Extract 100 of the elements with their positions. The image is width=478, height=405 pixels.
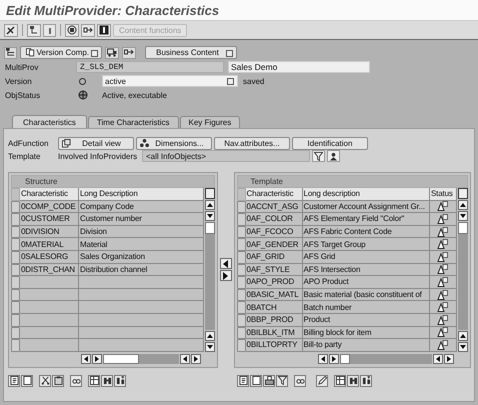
document-icon[interactable] <box>237 374 249 387</box>
column-header[interactable]: Characteristic <box>246 188 303 201</box>
filter-icon[interactable] <box>312 150 325 162</box>
document-icon[interactable] <box>21 374 33 387</box>
right-arrow-icon <box>223 272 228 280</box>
filter-icon[interactable] <box>276 374 288 387</box>
tab[interactable]: Key Figures <box>180 116 240 128</box>
table-cell: Sales Organization <box>79 250 204 264</box>
table-cell: 0APO_PROD <box>246 276 303 289</box>
infoobject-filter-field[interactable]: <all InfoObjects> <box>142 150 310 162</box>
scrollbar[interactable] <box>340 354 432 364</box>
print-icon[interactable] <box>263 374 275 387</box>
documents-icon <box>62 138 71 148</box>
table-cell: Customer number <box>79 213 204 226</box>
table-cell: AFS Grid <box>302 250 430 264</box>
column-header[interactable]: Long Description <box>79 188 204 201</box>
status-circle-icon <box>79 78 86 84</box>
column-header[interactable]: Long description <box>302 188 430 201</box>
scroll-down-icon[interactable] <box>458 342 468 352</box>
documents-icon <box>26 48 35 57</box>
scroll-up-icon[interactable] <box>204 200 215 210</box>
table-cell: AFS Fabric Content Code <box>302 226 430 238</box>
status-icon <box>437 276 448 287</box>
table-cell <box>20 301 79 314</box>
business-content-button[interactable]: Business Content <box>145 46 237 59</box>
field-label: ObjStatus <box>4 90 42 100</box>
scroll-down-icon[interactable] <box>204 211 215 221</box>
table-cell: 0SALESORG <box>20 250 79 264</box>
scroll-down-icon[interactable] <box>458 211 468 221</box>
hierarchy-icon[interactable] <box>4 46 17 58</box>
scrollbar[interactable] <box>204 222 215 330</box>
scroll-down-icon[interactable] <box>204 342 215 352</box>
table-cell: 0AF_GENDER <box>246 238 303 251</box>
glasses-icon[interactable] <box>70 374 82 387</box>
table-cell: APO Product <box>302 276 430 289</box>
scroll-up-icon[interactable] <box>204 330 215 341</box>
person-icon[interactable] <box>327 150 340 162</box>
table-cell: 0BBP_PROD <box>246 314 303 327</box>
version-dropdown[interactable]: active <box>102 75 238 87</box>
truck-icon[interactable] <box>105 46 119 58</box>
object-status: Active, executable <box>101 90 167 100</box>
function-button[interactable]: Detail view <box>58 136 134 150</box>
field-label: Version <box>4 76 33 86</box>
scroll-right-icon[interactable] <box>328 354 339 364</box>
scroll-left-icon[interactable] <box>432 354 443 364</box>
template-source: Involved InfoProviders <box>58 152 138 160</box>
scroll-right-icon[interactable] <box>190 354 201 364</box>
tab[interactable]: Characteristics <box>12 115 87 128</box>
scroll-right-icon[interactable] <box>92 354 102 364</box>
glasses-icon[interactable] <box>294 374 306 387</box>
scroll-up-icon[interactable] <box>458 330 468 341</box>
document-icon[interactable] <box>8 374 20 387</box>
table-cell: AFS Intersection <box>302 264 430 276</box>
pencil-icon[interactable] <box>316 374 328 387</box>
table-cell: Basic material (basic constituent of <box>302 288 430 302</box>
table-cell <box>20 288 79 302</box>
table-cell: 0AF_COLOR <box>246 213 303 226</box>
move-right-button[interactable] <box>220 270 232 281</box>
dropdown-icon <box>226 50 233 57</box>
column-settings-icon[interactable] <box>458 188 468 199</box>
scroll-up-icon[interactable] <box>458 200 468 210</box>
table-cell: Customer Account Assignment Gr... <box>302 200 430 214</box>
status-icon <box>437 314 448 325</box>
table-cell: Company Code <box>79 200 204 214</box>
table-icon[interactable] <box>334 374 346 387</box>
scissors-icon[interactable] <box>39 374 51 387</box>
table-cell: 0COMP_CODE <box>20 200 79 214</box>
column-header[interactable]: Characteristic <box>20 188 79 201</box>
version-status: saved <box>242 76 264 86</box>
column-settings-icon[interactable] <box>204 188 215 199</box>
table-cell <box>20 314 79 327</box>
status-icon <box>437 327 448 338</box>
table-cell <box>20 326 79 340</box>
description-field[interactable]: Sales Demo <box>228 61 370 73</box>
function-button[interactable]: Nav.attributes... <box>214 136 290 150</box>
column-header[interactable]: Status <box>430 188 457 201</box>
version-comp-button[interactable]: Version Comp. <box>20 46 102 59</box>
function-button[interactable]: Dimensions... <box>136 136 212 150</box>
table-icon[interactable] <box>88 374 100 387</box>
clipboard-icon[interactable] <box>52 374 64 387</box>
table-cell: 0DISTR_CHAN <box>20 264 79 276</box>
tab[interactable]: Time Characteristics <box>88 116 179 128</box>
scroll-right-icon[interactable] <box>444 354 454 364</box>
status-icon <box>437 214 448 224</box>
status-icon <box>437 340 448 350</box>
table-cell: 0BILLTOPRTY <box>246 339 303 352</box>
table-cell: 0AF_FCOCO <box>246 226 303 238</box>
scroll-left-icon[interactable] <box>180 354 190 364</box>
function-button[interactable]: Identification <box>292 136 368 150</box>
scroll-left-icon[interactable] <box>80 354 91 364</box>
move-left-button[interactable] <box>220 258 232 269</box>
hierarchy-icon[interactable] <box>27 24 41 36</box>
window-title: Edit MultiProvider: Characteristics <box>6 2 220 18</box>
document-icon[interactable] <box>250 374 262 387</box>
globe-icon <box>78 90 88 100</box>
scrollbar[interactable] <box>102 354 179 364</box>
table-cell: 0BATCH <box>246 301 303 314</box>
table-cell: 0BILBLK_ITM <box>246 326 303 340</box>
scrollbar[interactable] <box>458 222 468 330</box>
scroll-left-icon[interactable] <box>318 354 328 364</box>
